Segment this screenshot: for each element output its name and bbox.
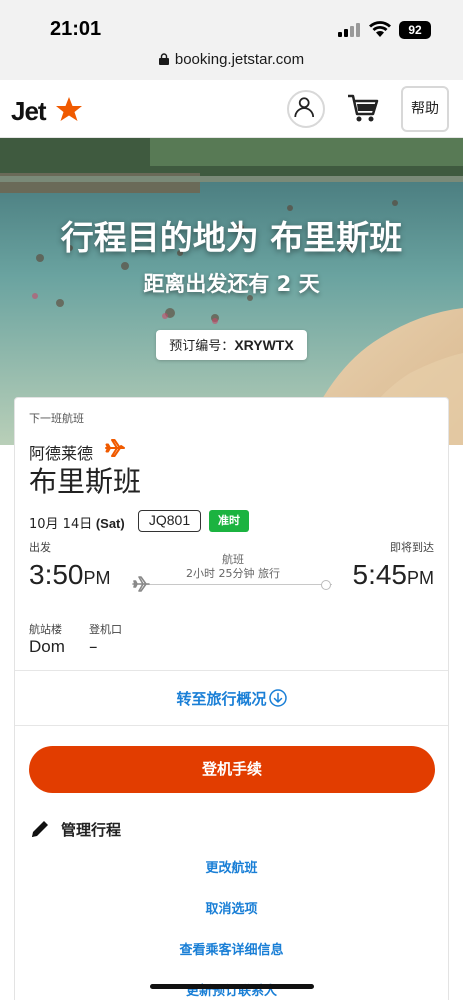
trip-overview-label: 转至旅行概况 — [176, 690, 267, 708]
flight-date: 10月 14日 (Sat) — [29, 513, 125, 532]
next-flight-card: 下一班航班 阿德莱德 布里斯班 10月 14日 (Sat) JQ801 准时 出… — [14, 397, 449, 1000]
star-logo-icon — [56, 97, 82, 121]
help-button[interactable]: 帮助 — [401, 86, 449, 132]
update-contact-link[interactable]: 更新预订联系人 — [15, 980, 448, 999]
destination-city: 布里斯班 — [29, 465, 142, 498]
url-domain: booking.jetstar.com — [174, 51, 305, 68]
divider — [15, 670, 448, 671]
checkin-button[interactable]: 登机手续 — [29, 746, 435, 793]
battery-icon: 92 — [399, 21, 431, 39]
pencil-icon — [32, 821, 48, 837]
depart-time: 3:50PM — [29, 559, 111, 591]
departure-countdown: 距离出发还有 2 天 — [143, 272, 320, 296]
user-icon — [294, 97, 315, 118]
change-flight-link[interactable]: 更改航班 — [15, 857, 448, 876]
status-bar: 21:01 92 — [0, 0, 463, 46]
cart-button[interactable] — [346, 92, 380, 124]
url-bar[interactable]: booking.jetstar.com — [0, 46, 463, 80]
wifi-icon — [369, 21, 391, 37]
flight-weekday: (Sat) — [92, 516, 125, 531]
home-indicator — [150, 984, 314, 989]
flight-date-value: 10月 14日 — [29, 517, 93, 532]
jetstar-logo[interactable]: Jet — [11, 96, 47, 127]
booking-ref-label: 预订编号： — [169, 339, 235, 354]
passenger-details-link[interactable]: 查看乘客详细信息 — [15, 939, 448, 958]
booking-reference: 预订编号：XRYWTX — [156, 330, 307, 360]
cancel-options-link[interactable]: 取消选项 — [15, 898, 448, 917]
arrow-down-circle-icon — [268, 689, 287, 707]
site-header: Jet 帮助 — [0, 80, 463, 138]
status-badge: 准时 — [209, 510, 249, 532]
route-line — [146, 584, 332, 585]
manage-trip-title: 管理行程 — [61, 821, 122, 839]
depart-time-value: 3:50 — [29, 559, 84, 590]
gate-label: 登机口 — [89, 623, 122, 636]
shopping-cart-icon — [348, 94, 379, 122]
hero-title: 行程目的地为 布里斯班 — [60, 218, 403, 257]
route-end-dot — [321, 580, 331, 590]
arrive-label: 即将到达 — [390, 541, 434, 554]
route-info: 航班 2小时 25分钟 旅行 — [165, 553, 301, 581]
arrive-ampm: PM — [407, 568, 434, 588]
trip-overview-link[interactable]: 转至旅行概况 — [15, 688, 448, 709]
arrive-time: 5:45PM — [353, 559, 435, 591]
flight-number: JQ801 — [138, 510, 201, 532]
arrive-time-value: 5:45 — [352, 559, 408, 590]
depart-label: 出发 — [29, 541, 51, 554]
status-time: 21:01 — [50, 18, 102, 40]
flight-duration: 2小时 25分钟 旅行 — [186, 567, 280, 580]
terminal-label: 航站楼 — [29, 623, 62, 636]
lock-icon — [158, 53, 169, 65]
route-type: 航班 — [222, 553, 244, 566]
booking-ref-value: XRYWTX — [234, 337, 294, 353]
section-label: 下一班航班 — [29, 412, 84, 425]
depart-ampm: PM — [83, 568, 111, 588]
divider — [15, 725, 448, 726]
plane-icon — [105, 439, 125, 457]
cellular-signal-icon — [338, 23, 362, 37]
account-button[interactable] — [287, 90, 325, 128]
route-plane-icon — [132, 576, 150, 592]
gate-value: – — [89, 637, 98, 657]
terminal-value: Dom — [29, 637, 65, 656]
